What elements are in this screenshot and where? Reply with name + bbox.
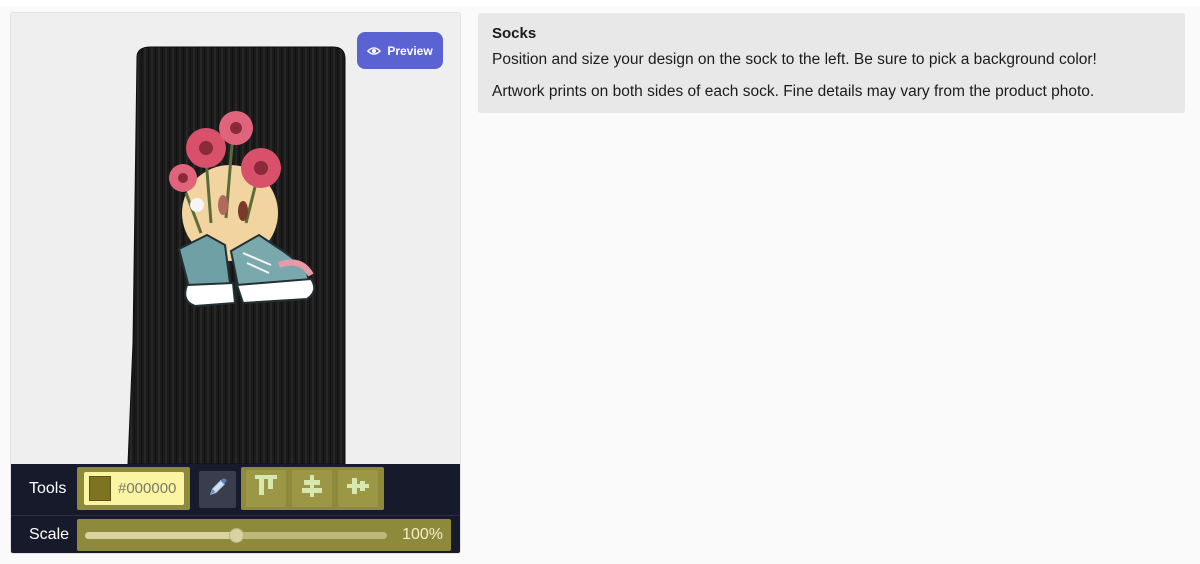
- color-hex-input[interactable]: [118, 480, 184, 497]
- preview-button-label: Preview: [387, 43, 433, 58]
- align-top-button[interactable]: [246, 470, 286, 507]
- scale-label: Scale: [29, 526, 70, 543]
- color-swatch[interactable]: [89, 476, 111, 501]
- eyedropper-button[interactable]: [199, 471, 236, 508]
- design-canvas[interactable]: Preview: [11, 13, 460, 464]
- product-editor: Preview Tools #000000 Scale 100%: [10, 12, 461, 554]
- tools-row: Tools: [11, 464, 460, 516]
- tools-label: Tools: [29, 480, 67, 497]
- preview-button[interactable]: Preview: [357, 32, 443, 69]
- sock-product-image: [127, 46, 346, 464]
- instruction-text: Artwork prints on both sides of each soc…: [492, 83, 1095, 100]
- align-center-horizontal-icon: [345, 473, 371, 504]
- eyedropper-icon: [207, 476, 229, 503]
- alignment-tools: [241, 467, 384, 510]
- background-color-picker: [77, 467, 190, 510]
- top-strip: [0, 0, 1200, 6]
- align-top-icon: [253, 473, 279, 504]
- scale-control: 100%: [77, 519, 451, 551]
- scale-slider-thumb[interactable]: [229, 528, 244, 543]
- scale-value: 100%: [402, 526, 443, 543]
- design-editor-page: Preview Tools #000000 Scale 100% Socks P…: [0, 0, 1200, 564]
- align-center-vertical-button[interactable]: [292, 470, 332, 507]
- scale-row: Scale 100%: [11, 516, 460, 553]
- instruction-text: Position and size your design on the soc…: [492, 51, 1097, 68]
- scale-slider-fill: [85, 532, 236, 539]
- scale-slider-track[interactable]: [85, 528, 387, 543]
- align-center-horizontal-button[interactable]: [338, 470, 378, 507]
- color-input-wrapper: [84, 472, 184, 505]
- product-title: Socks: [492, 25, 537, 42]
- product-info-panel: Socks Position and size your design on t…: [478, 13, 1185, 113]
- align-center-vertical-icon: [299, 473, 325, 504]
- editor-toolbar: Tools #000000 Scale 100%: [11, 464, 460, 553]
- eye-icon: [367, 44, 382, 58]
